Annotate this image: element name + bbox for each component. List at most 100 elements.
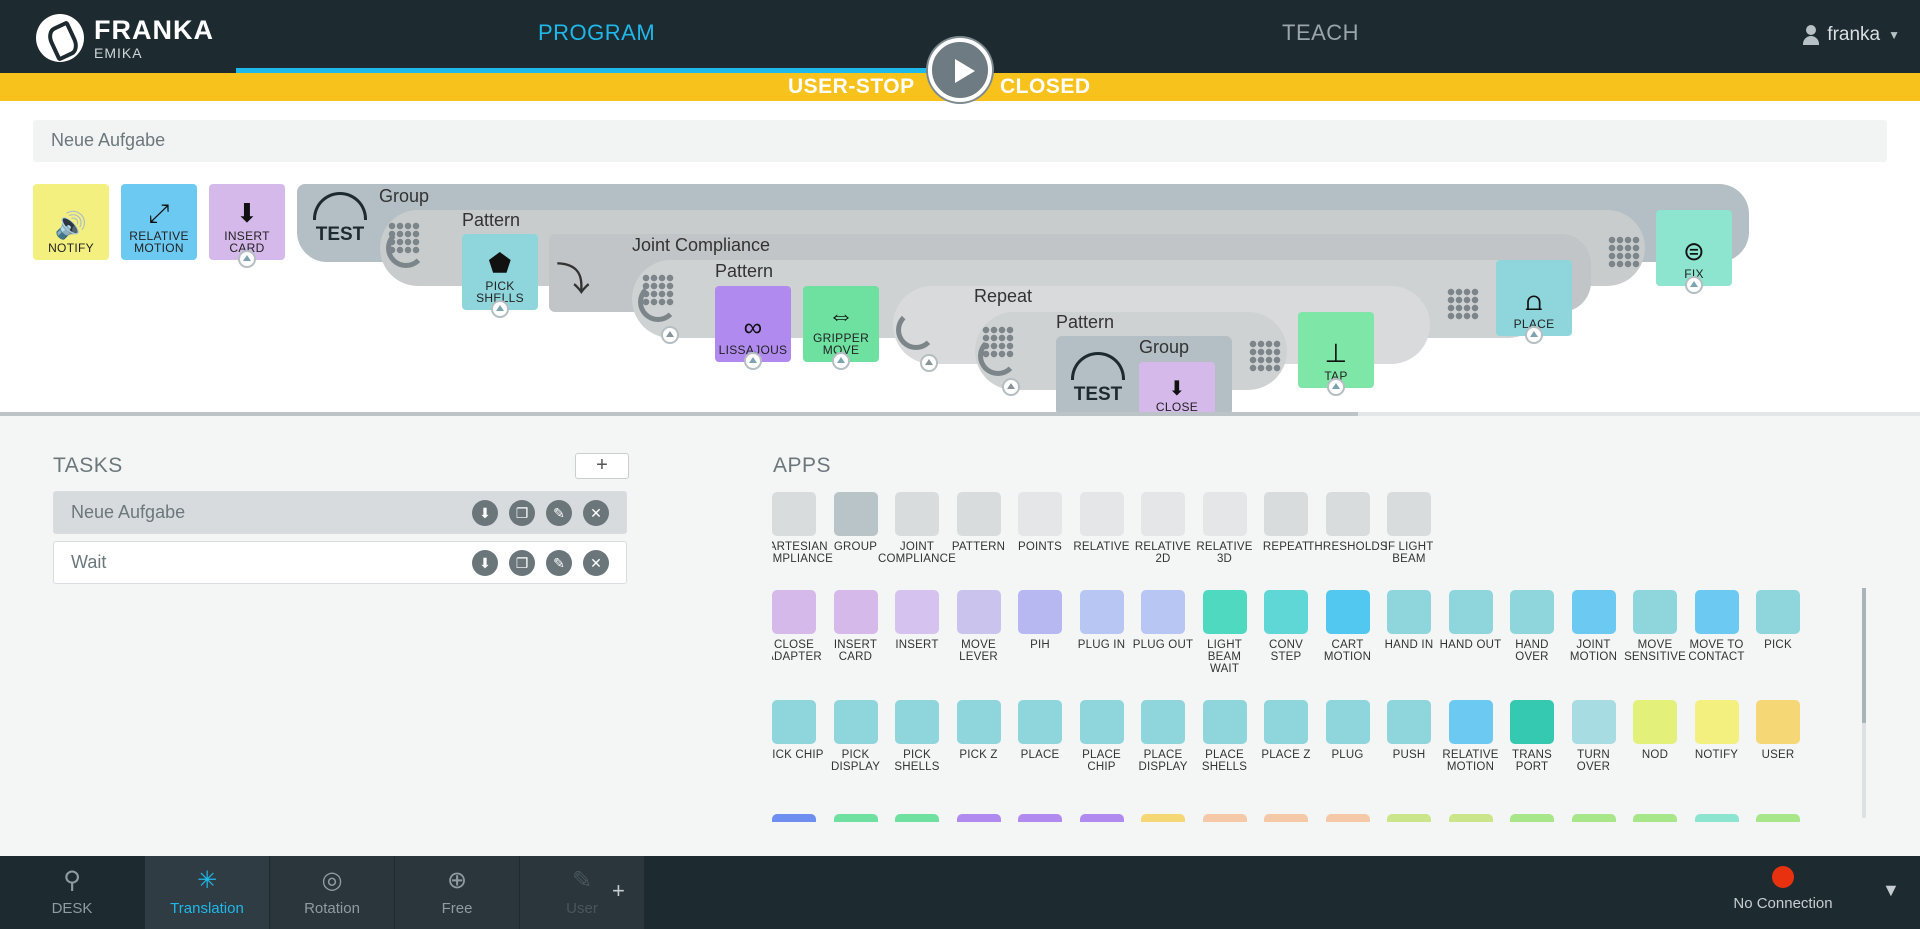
download-icon[interactable]: ⬇ [472,549,498,576]
place-expand-icon[interactable] [1525,326,1543,344]
timeline-tile-gripper-move[interactable]: ⇔ GRIPPER MOVE [803,286,879,370]
user-menu[interactable]: franka ▼ [1803,24,1900,46]
app-tile[interactable]: PICK DISPLAY [825,700,887,773]
mode-free[interactable]: ⊕ Free [395,856,519,929]
delete-icon[interactable]: ✕ [583,549,609,576]
edit-icon[interactable]: ✎ [546,499,572,526]
mode-user[interactable]: ✎ User [520,856,644,929]
timeline-tile-fix[interactable]: ⊜ FIX [1656,210,1732,294]
app-tile[interactable]: PICK CHIP [772,700,825,761]
timeline-tile-close[interactable]: ⬇ CLOSE [1139,362,1215,416]
app-tile[interactable] [1317,814,1379,822]
app-tile[interactable]: IF LIGHT BEAM [1378,492,1440,565]
app-tile[interactable]: RELATIVE 3D [1194,492,1256,565]
app-tile[interactable]: THRESHOLDS [1307,492,1388,553]
app-tile[interactable]: PLACE SHELLS [1194,700,1256,773]
add-task-button[interactable]: + [575,453,629,479]
lissajous-expand-icon[interactable] [744,352,762,370]
play-button[interactable] [928,38,992,102]
app-tile[interactable]: MOVE TO CONTACT [1686,590,1748,663]
add-mode-button[interactable]: + [612,878,625,904]
timeline-tile-lissajous[interactable]: ∞ LISSAJOUS [715,286,791,370]
app-tile[interactable]: USER [1747,700,1809,761]
copy-icon[interactable]: ❐ [509,549,535,576]
app-tile[interactable]: LIGHT BEAM WAIT [1194,590,1256,675]
app-tile[interactable]: PICK Z [948,700,1010,761]
app-tile[interactable]: JOINT MOTION [1563,590,1625,663]
timeline-tile-relative-motion[interactable]: ⤢ RELATIVE MOTION [121,184,197,260]
app-tile[interactable] [1563,814,1625,822]
app-tile[interactable]: CLOSE ADAPTER [772,590,825,663]
app-tile[interactable]: PATTERN [948,492,1010,553]
app-tile[interactable]: PICK SHELLS [886,700,948,773]
app-tile[interactable]: RELATIVE MOTION [1440,700,1502,773]
app-tile[interactable] [886,814,948,822]
timeline-tile-pick-shells[interactable]: ⬟ PICK SHELLS [462,234,538,318]
pattern-2-end-handle-icon[interactable] [1447,288,1479,320]
app-tile[interactable]: JOINT COMPLIANCE [878,492,956,565]
timeline-tile-notify[interactable]: 🔊 NOTIFY [33,184,109,260]
app-tile[interactable] [1686,814,1748,822]
app-tile[interactable] [772,814,825,822]
app-tile[interactable]: PIH [1009,590,1071,651]
app-tile[interactable] [1747,814,1809,822]
app-tile[interactable]: PICK [1747,590,1809,651]
app-tile[interactable]: PLACE CHIP [1071,700,1133,773]
mode-translation[interactable]: ✳ Translation [145,856,269,929]
pick-shells-expand-icon[interactable] [491,300,509,318]
app-tile[interactable]: PLUG [1317,700,1379,761]
pattern-end-handle-icon[interactable] [1608,236,1640,268]
group-test-block[interactable]: TEST [298,182,382,254]
app-tile[interactable]: PLACE Z [1255,700,1317,761]
app-tile[interactable]: PLACE [1009,700,1071,761]
pattern-3-end-handle-icon[interactable] [1249,340,1281,372]
app-tile[interactable]: INSERT CARD [825,590,887,663]
app-tile[interactable]: PLUG IN [1071,590,1133,651]
app-tile[interactable]: CONV STEP [1255,590,1317,663]
app-tile[interactable]: NOTIFY [1686,700,1748,761]
app-tile[interactable]: INSERT [886,590,948,651]
app-tile[interactable]: NOD [1624,700,1686,761]
app-tile[interactable] [1440,814,1502,822]
task-row[interactable]: Neue Aufgabe ⬇ ❐ ✎ ✕ [53,491,627,534]
mode-desk[interactable]: ⚲ DESK [10,856,134,929]
app-tile[interactable]: POINTS [1009,492,1071,553]
app-tile[interactable]: PLACE DISPLAY [1132,700,1194,773]
timeline-tile-insert-card[interactable]: ⬇ INSERT CARD [209,184,285,268]
tap-expand-icon[interactable] [1327,378,1345,396]
app-tile[interactable]: CARTESIAN COMPLIANCE [772,492,833,565]
app-tile[interactable] [948,814,1010,822]
task-row[interactable]: Wait ⬇ ❐ ✎ ✕ [53,541,627,584]
app-tile[interactable]: RELATIVE 2D [1132,492,1194,565]
app-tile[interactable]: TRANS PORT [1501,700,1563,773]
inner-group-test-block[interactable]: TEST [1056,336,1140,414]
app-tile[interactable]: MOVE LEVER [948,590,1010,663]
pattern-3-expand-icon[interactable] [1002,378,1020,396]
edit-icon[interactable]: ✎ [546,549,572,576]
tab-program[interactable]: PROGRAM [538,20,655,46]
app-tile[interactable] [1378,814,1440,822]
app-tile[interactable]: CART MOTION [1317,590,1379,663]
insert-card-expand-icon[interactable] [238,250,256,268]
app-tile[interactable]: TURN OVER [1563,700,1625,773]
mode-rotation[interactable]: ◎ Rotation [270,856,394,929]
download-icon[interactable]: ⬇ [472,499,498,526]
app-tile[interactable] [1071,814,1133,822]
app-tile[interactable] [1255,814,1317,822]
app-tile[interactable]: HAND OUT [1440,590,1502,651]
app-tile[interactable]: RELATIVE [1071,492,1133,553]
gripper-move-expand-icon[interactable] [832,352,850,370]
apps-scroll-thumb[interactable] [1862,588,1866,723]
delete-icon[interactable]: ✕ [583,499,609,526]
tab-teach[interactable]: TEACH [1282,20,1359,46]
app-tile[interactable] [825,814,887,822]
app-tile[interactable]: HAND OVER [1501,590,1563,663]
app-tile[interactable] [1009,814,1071,822]
app-tile[interactable] [1194,814,1256,822]
timeline-tile-tap[interactable]: ⊥ TAP [1298,312,1374,396]
repeat-expand-icon[interactable] [920,354,938,372]
app-tile[interactable]: HAND IN [1378,590,1440,651]
fix-expand-icon[interactable] [1685,276,1703,294]
timeline-tile-place[interactable]: ⩍ PLACE [1496,260,1572,344]
task-name-field[interactable]: Neue Aufgabe [33,120,1887,162]
